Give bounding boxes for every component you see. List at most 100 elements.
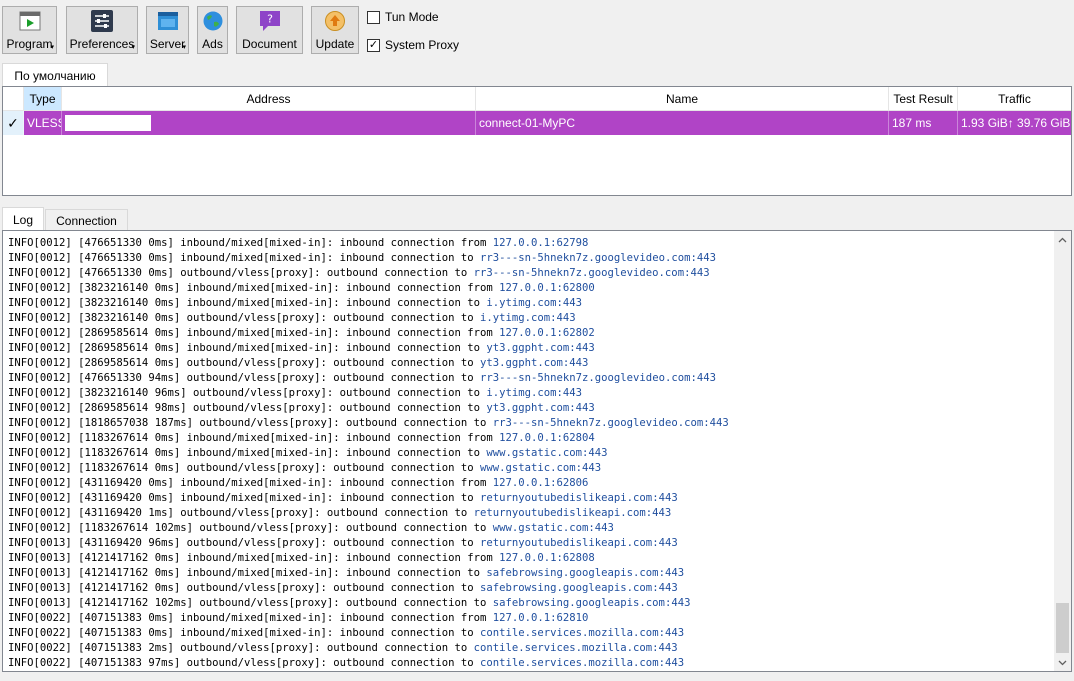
log-line-destination: 127.0.0.1:62806	[492, 477, 589, 489]
scroll-down-icon[interactable]	[1054, 654, 1071, 671]
document-button[interactable]: ? Document	[236, 6, 303, 54]
log-line-text: INFO[0012] [1183267614 102ms] outbound/v…	[8, 522, 493, 534]
selected-check-icon: ✓	[3, 111, 24, 135]
log-line: INFO[0012] [2869585614 98ms] outbound/vl…	[8, 401, 1048, 416]
log-line-text: INFO[0012] [476651330 0ms] inbound/mixed…	[8, 252, 480, 264]
log-line: INFO[0012] [3823216140 96ms] outbound/vl…	[8, 386, 1048, 401]
log-line-text: INFO[0012] [2869585614 0ms] inbound/mixe…	[8, 327, 500, 339]
tab-default-group[interactable]: По умолчанию	[2, 63, 108, 87]
log-line-destination: rr3---sn-5hnekn7z.googlevideo.com:443	[479, 252, 716, 264]
system-proxy-checkbox[interactable]: ✓ System Proxy	[367, 38, 459, 52]
server-test-result: 187 ms	[889, 111, 958, 135]
log-line-destination: safebrowsing.googleapis.com:443	[492, 597, 691, 609]
log-line-destination: returnyoutubedislikeapi.com:443	[479, 537, 678, 549]
program-button[interactable]: Program ▾	[2, 6, 57, 54]
globe-icon	[202, 10, 224, 32]
table-row[interactable]: ✓ VLESS connect-01-MyPC 187 ms 1.93 GiB↑…	[3, 111, 1071, 135]
tab-default-group-label: По умолчанию	[14, 68, 96, 83]
log-line: INFO[0013] [4121417162 0ms] inbound/mixe…	[8, 566, 1048, 581]
chevron-down-icon: ▾	[182, 44, 186, 51]
log-line-text: INFO[0012] [2869585614 98ms] outbound/vl…	[8, 402, 487, 414]
log-line: INFO[0012] [2869585614 0ms] outbound/vle…	[8, 356, 1048, 371]
log-line-destination: rr3---sn-5hnekn7z.googlevideo.com:443	[473, 267, 710, 279]
server-table[interactable]: Type Address Name Test Result Traffic ✓ …	[2, 86, 1072, 196]
server-label: Server	[149, 37, 186, 51]
address-redacted	[65, 115, 151, 131]
log-line: INFO[0012] [1183267614 102ms] outbound/v…	[8, 521, 1048, 536]
log-line-text: INFO[0012] [1183267614 0ms] inbound/mixe…	[8, 447, 487, 459]
svg-text:?: ?	[267, 13, 273, 26]
log-line: INFO[0022] [407151383 0ms] inbound/mixed…	[8, 611, 1048, 626]
server-traffic: 1.93 GiB↑ 39.76 GiB↓	[958, 111, 1071, 135]
log-line-text: INFO[0012] [3823216140 0ms] inbound/mixe…	[8, 297, 487, 309]
log-line: INFO[0013] [4121417162 0ms] outbound/vle…	[8, 581, 1048, 596]
update-label: Update	[315, 37, 355, 51]
log-line: INFO[0012] [476651330 0ms] outbound/vles…	[8, 266, 1048, 281]
preferences-icon	[91, 10, 113, 32]
ads-label: Ads	[202, 37, 223, 51]
log-line-text: INFO[0012] [431169420 0ms] inbound/mixed…	[8, 492, 480, 504]
server-address	[62, 111, 476, 135]
log-line-destination: returnyoutubedislikeapi.com:443	[479, 492, 678, 504]
tun-mode-box[interactable]	[367, 10, 380, 24]
log-line-destination: 127.0.0.1:62798	[492, 237, 589, 249]
log-line-destination: rr3---sn-5hnekn7z.googlevideo.com:443	[492, 417, 729, 429]
preferences-button[interactable]: Preferences ▾	[66, 6, 138, 54]
server-button[interactable]: Server ▾	[146, 6, 189, 54]
log-line: INFO[0013] [4121417162 102ms] outbound/v…	[8, 596, 1048, 611]
document-label: Document	[242, 37, 297, 51]
log-line: INFO[0012] [1818657038 187ms] outbound/v…	[8, 416, 1048, 431]
column-header-type[interactable]: Type	[24, 87, 62, 111]
system-proxy-box[interactable]: ✓	[367, 38, 380, 52]
preferences-label: Preferences	[69, 37, 135, 51]
column-header-select[interactable]	[3, 87, 24, 111]
tun-mode-label: Tun Mode	[385, 10, 439, 24]
log-line-text: INFO[0022] [407151383 0ms] inbound/mixed…	[8, 612, 493, 624]
log-line-destination: yt3.ggpht.com:443	[479, 357, 589, 369]
log-line-destination: yt3.ggpht.com:443	[486, 402, 595, 414]
log-line-destination: i.ytimg.com:443	[486, 297, 583, 309]
log-line-destination: i.ytimg.com:443	[486, 387, 583, 399]
log-line-text: INFO[0012] [476651330 94ms] outbound/vle…	[8, 372, 480, 384]
log-line: INFO[0012] [431169420 0ms] inbound/mixed…	[8, 491, 1048, 506]
tab-connection[interactable]: Connection	[45, 209, 128, 231]
scroll-up-icon[interactable]	[1054, 231, 1071, 248]
log-line: INFO[0012] [431169420 0ms] inbound/mixed…	[8, 476, 1048, 491]
log-lines: INFO[0012] [476651330 0ms] inbound/mixed…	[8, 236, 1048, 671]
log-line: INFO[0012] [1183267614 0ms] inbound/mixe…	[8, 431, 1048, 446]
log-line-text: INFO[0012] [476651330 0ms] inbound/mixed…	[8, 237, 493, 249]
log-line-text: INFO[0012] [431169420 1ms] outbound/vles…	[8, 507, 474, 519]
log-line-text: INFO[0012] [3823216140 0ms] outbound/vle…	[8, 312, 480, 324]
log-line-text: INFO[0013] [431169420 96ms] outbound/vle…	[8, 537, 480, 549]
log-line: INFO[0022] [407151383 0ms] inbound/mixed…	[8, 626, 1048, 641]
log-line-text: INFO[0022] [407151383 2ms] outbound/vles…	[8, 642, 474, 654]
tab-connection-label: Connection	[56, 213, 117, 228]
scrollbar-thumb[interactable]	[1056, 603, 1069, 653]
log-output[interactable]: INFO[0012] [476651330 0ms] inbound/mixed…	[2, 230, 1072, 672]
log-line-text: INFO[0012] [431169420 0ms] inbound/mixed…	[8, 477, 493, 489]
log-line-destination: 127.0.0.1:62804	[499, 432, 595, 444]
log-line-text: INFO[0022] [407151383 0ms] inbound/mixed…	[8, 627, 480, 639]
log-line: INFO[0012] [3823216140 0ms] inbound/mixe…	[8, 296, 1048, 311]
column-header-traffic[interactable]: Traffic	[958, 87, 1071, 111]
log-line: INFO[0013] [431169420 96ms] outbound/vle…	[8, 536, 1048, 551]
log-line-text: INFO[0012] [3823216140 96ms] outbound/vl…	[8, 387, 487, 399]
column-header-name[interactable]: Name	[476, 87, 889, 111]
update-button[interactable]: Update	[311, 6, 359, 54]
log-line-text: INFO[0012] [476651330 0ms] outbound/vles…	[8, 267, 474, 279]
column-header-test-result[interactable]: Test Result	[889, 87, 958, 111]
log-scrollbar[interactable]	[1054, 231, 1071, 671]
log-line: INFO[0022] [407151383 97ms] outbound/vle…	[8, 656, 1048, 671]
log-line-destination: www.gstatic.com:443	[486, 447, 608, 459]
column-header-address[interactable]: Address	[62, 87, 476, 111]
help-icon: ?	[259, 10, 281, 32]
log-line: INFO[0012] [1183267614 0ms] outbound/vle…	[8, 461, 1048, 476]
tab-log[interactable]: Log	[2, 207, 44, 231]
server-type: VLESS	[24, 111, 62, 135]
log-line-destination: www.gstatic.com:443	[479, 462, 602, 474]
ads-button[interactable]: Ads	[197, 6, 228, 54]
tun-mode-checkbox[interactable]: Tun Mode	[367, 10, 439, 24]
program-icon	[19, 10, 41, 32]
log-line-text: INFO[0012] [2869585614 0ms] outbound/vle…	[8, 357, 480, 369]
server-table-header: Type Address Name Test Result Traffic	[3, 87, 1071, 111]
